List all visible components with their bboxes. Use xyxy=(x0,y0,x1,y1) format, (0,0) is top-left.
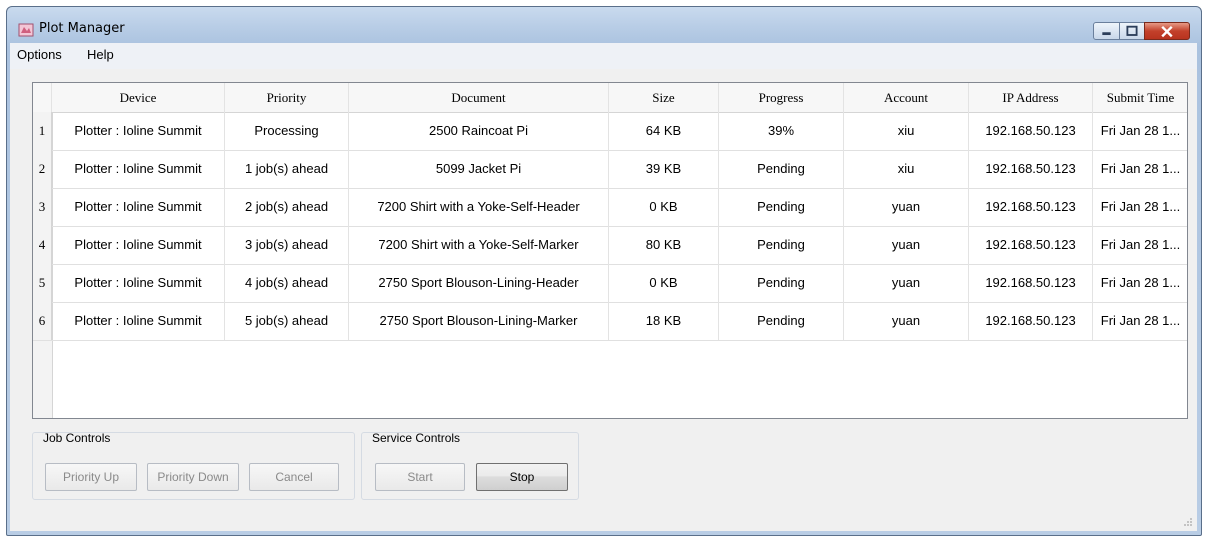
table-row[interactable]: 5 Plotter : Ioline Summit 4 job(s) ahead… xyxy=(33,264,1187,303)
resize-grip-icon[interactable] xyxy=(1183,517,1193,527)
cell-ip-address: 192.168.50.123 xyxy=(969,150,1093,188)
plot-manager-window: Plot Manager Options Help Device Priorit… xyxy=(6,6,1202,536)
stop-button[interactable]: Stop xyxy=(476,463,568,491)
cell-size: 0 KB xyxy=(609,188,719,226)
table-row[interactable]: 3 Plotter : Ioline Summit 2 job(s) ahead… xyxy=(33,188,1187,227)
column-header-size[interactable]: Size xyxy=(609,83,719,112)
cell-size: 64 KB xyxy=(609,112,719,150)
cell-device: Plotter : Ioline Summit xyxy=(52,150,225,188)
table-row[interactable]: 1 Plotter : Ioline Summit Processing 250… xyxy=(33,112,1187,151)
minimize-button[interactable] xyxy=(1093,22,1120,40)
job-table: Device Priority Document Size Progress A… xyxy=(32,82,1188,419)
cell-account: xiu xyxy=(844,112,969,150)
maximize-button[interactable] xyxy=(1119,22,1145,40)
cell-document: 2500 Raincoat Pi xyxy=(349,112,609,150)
cell-priority: Processing xyxy=(225,112,349,150)
minimize-icon xyxy=(1102,32,1111,36)
cell-account: yuan xyxy=(844,226,969,264)
cell-progress: Pending xyxy=(719,264,844,302)
cell-account: yuan xyxy=(844,302,969,340)
row-number-header xyxy=(33,83,52,112)
cell-document: 2750 Sport Blouson-Lining-Header xyxy=(349,264,609,302)
column-header-submit-time[interactable]: Submit Time xyxy=(1093,83,1187,112)
cell-device: Plotter : Ioline Summit xyxy=(52,112,225,150)
cell-device: Plotter : Ioline Summit xyxy=(52,264,225,302)
cell-progress: Pending xyxy=(719,188,844,226)
service-controls-group: Service Controls Start Stop xyxy=(361,431,579,500)
job-controls-label: Job Controls xyxy=(43,431,111,445)
cell-submit-time: Fri Jan 28 1... xyxy=(1100,275,1181,290)
priority-up-button[interactable]: Priority Up xyxy=(45,463,137,491)
cell-ip-address: 192.168.50.123 xyxy=(969,188,1093,226)
row-number: 4 xyxy=(33,226,52,264)
cell-document: 5099 Jacket Pi xyxy=(349,150,609,188)
cell-priority: 2 job(s) ahead xyxy=(225,188,349,226)
column-header-priority[interactable]: Priority xyxy=(225,83,349,112)
app-icon xyxy=(18,23,34,37)
cell-account: xiu xyxy=(844,150,969,188)
service-controls-label: Service Controls xyxy=(372,431,461,445)
cell-priority: 5 job(s) ahead xyxy=(225,302,349,340)
cell-size: 80 KB xyxy=(609,226,719,264)
row-number: 3 xyxy=(33,188,52,226)
cell-document: 7200 Shirt with a Yoke-Self-Header xyxy=(349,188,609,226)
table-row[interactable]: 2 Plotter : Ioline Summit 1 job(s) ahead… xyxy=(33,150,1187,189)
row-number: 5 xyxy=(33,264,52,302)
cell-account: yuan xyxy=(844,188,969,226)
cell-ip-address: 192.168.50.123 xyxy=(969,112,1093,150)
window-title: Plot Manager xyxy=(39,21,125,36)
cell-submit-time: Fri Jan 28 1... xyxy=(1100,199,1181,214)
column-header-ip-address[interactable]: IP Address xyxy=(969,83,1093,112)
cell-device: Plotter : Ioline Summit xyxy=(52,302,225,340)
row-number: 6 xyxy=(33,302,52,340)
column-header-device[interactable]: Device xyxy=(52,83,225,112)
cell-submit-time: Fri Jan 28 1... xyxy=(1100,237,1181,252)
cell-progress: Pending xyxy=(719,302,844,340)
menu-bar: Options Help xyxy=(10,43,1197,70)
maximize-icon xyxy=(1126,25,1138,36)
cell-ip-address: 192.168.50.123 xyxy=(969,226,1093,264)
row-number: 1 xyxy=(33,112,52,150)
menu-options[interactable]: Options xyxy=(17,47,62,62)
column-header-progress[interactable]: Progress xyxy=(719,83,844,112)
cell-device: Plotter : Ioline Summit xyxy=(52,188,225,226)
cell-size: 0 KB xyxy=(609,264,719,302)
cell-submit-time: Fri Jan 28 1... xyxy=(1100,161,1181,176)
cell-ip-address: 192.168.50.123 xyxy=(969,264,1093,302)
cell-ip-address: 192.168.50.123 xyxy=(969,302,1093,340)
cancel-button[interactable]: Cancel xyxy=(249,463,339,491)
cell-account: yuan xyxy=(844,264,969,302)
client-area: Device Priority Document Size Progress A… xyxy=(10,69,1197,531)
row-number: 2 xyxy=(33,150,52,188)
cell-size: 18 KB xyxy=(609,302,719,340)
cell-progress: 39% xyxy=(719,112,844,150)
cell-submit-time: Fri Jan 28 1... xyxy=(1100,123,1181,138)
cell-submit-time: Fri Jan 28 1... xyxy=(1100,313,1181,328)
job-controls-group: Job Controls Priority Up Priority Down C… xyxy=(32,431,355,500)
cell-document: 2750 Sport Blouson-Lining-Marker xyxy=(349,302,609,340)
cell-priority: 1 job(s) ahead xyxy=(225,150,349,188)
column-header-document[interactable]: Document xyxy=(349,83,609,112)
table-row[interactable]: 6 Plotter : Ioline Summit 5 job(s) ahead… xyxy=(33,302,1187,341)
cell-priority: 3 job(s) ahead xyxy=(225,226,349,264)
close-button[interactable] xyxy=(1144,22,1190,40)
table-row[interactable]: 4 Plotter : Ioline Summit 3 job(s) ahead… xyxy=(33,226,1187,265)
cell-priority: 4 job(s) ahead xyxy=(225,264,349,302)
cell-progress: Pending xyxy=(719,150,844,188)
column-header-account[interactable]: Account xyxy=(844,83,969,112)
cell-progress: Pending xyxy=(719,226,844,264)
menu-help[interactable]: Help xyxy=(87,47,114,62)
start-button[interactable]: Start xyxy=(375,463,465,491)
cell-document: 7200 Shirt with a Yoke-Self-Marker xyxy=(349,226,609,264)
cell-size: 39 KB xyxy=(609,150,719,188)
priority-down-button[interactable]: Priority Down xyxy=(147,463,239,491)
cell-device: Plotter : Ioline Summit xyxy=(52,226,225,264)
table-header: Device Priority Document Size Progress A… xyxy=(33,83,1187,113)
title-bar[interactable]: Plot Manager xyxy=(7,7,1201,43)
close-icon xyxy=(1161,25,1173,38)
